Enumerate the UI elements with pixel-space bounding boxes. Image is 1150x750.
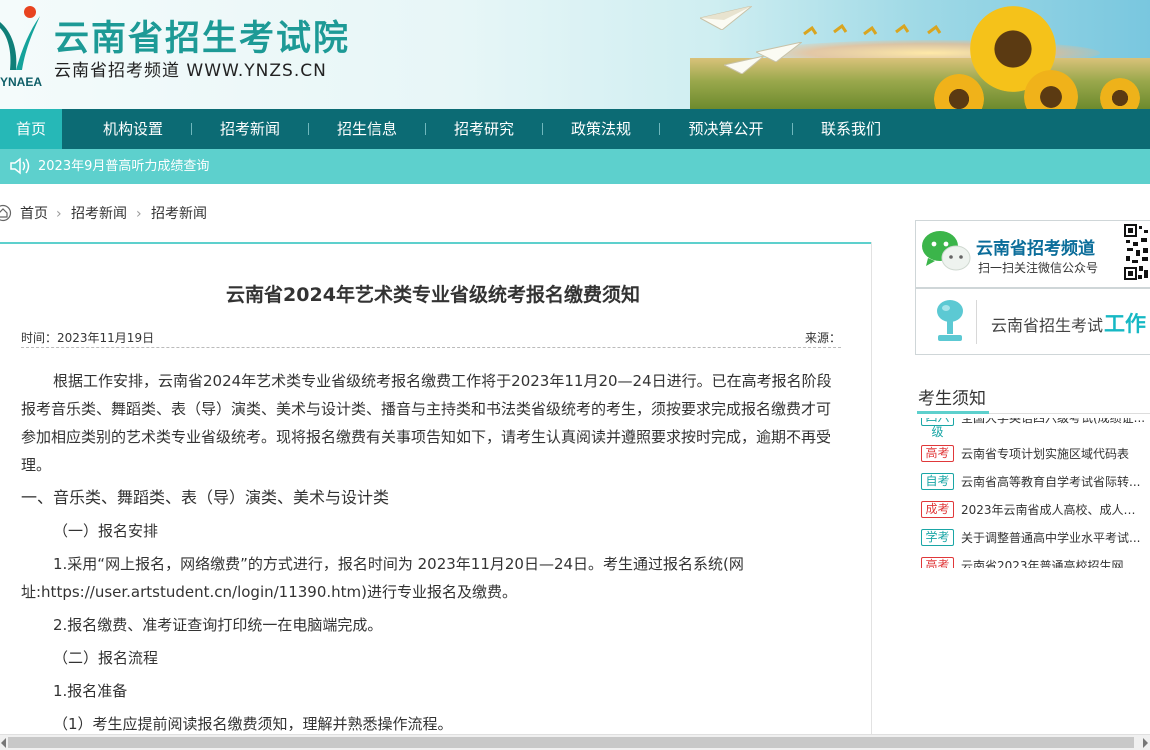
list-item[interactable]: 高考 云南省专项计划实施区域代码表 [917,444,1150,464]
subsection-heading: （二）报名流程 [53,649,159,667]
list-item[interactable]: 成考 2023年云南省成人高校、成人中... [917,500,1150,520]
breadcrumb-current[interactable]: 招考新闻 [151,204,207,224]
news-link[interactable]: 云南省2023年普通高校招生网上... [961,556,1146,568]
svg-text:YNAEA: YNAEA [0,75,42,89]
category-tag: 学考 [921,529,954,546]
article-meta-divider [21,347,841,348]
nav-item-home[interactable]: 首页 [0,109,62,149]
news-list: 四六级 全国大学英语四六级考试(成绩证... 高考 云南省专项计划实施区域代码表… [917,418,1150,568]
article-title: 云南省2024年艺术类专业省级统考报名缴费须知 [226,284,640,306]
nav-divider [792,123,793,135]
nav-item-contact[interactable]: 联系我们 [808,109,894,149]
category-tag: 高考 [921,445,954,462]
nav-item-admission-info[interactable]: 招生信息 [324,109,410,149]
article-time: 时间：2023年11月19日 [21,331,155,345]
scroll-left-icon[interactable] [1,738,6,748]
nav-item-organization[interactable]: 机构设置 [90,109,176,149]
site-subtitle: 云南省招考频道 WWW.YNZS.CN [54,61,327,81]
breadcrumb-chevron-icon: › [56,206,62,222]
list-item[interactable]: 四六级 全国大学英语四六级考试(成绩证... [917,418,1150,439]
breadcrumb-exam-news[interactable]: 招考新闻 [71,204,127,224]
scroll-right-icon[interactable] [1143,738,1148,748]
box-divider [976,300,977,344]
site-header: YNAEA 云南省招生考试院 云南省招考频道 WWW.YNZS.CN [0,0,1150,109]
news-link[interactable]: 全国大学英语四六级考试(成绩证... [961,418,1146,428]
nav-divider [659,123,660,135]
list-item[interactable]: 自考 云南省高等教育自学考试省际转... [917,472,1150,492]
site-title: 云南省招生考试院 [54,19,351,59]
list-item[interactable]: 高考 云南省2023年普通高校招生网上... [917,556,1150,568]
horizontal-scrollbar[interactable] [0,734,1150,750]
notice-bar: 2023年9月普高听力成绩查询 [0,149,1150,184]
nav-item-budget[interactable]: 预决算公开 [675,109,777,149]
ynaea-logo[interactable]: YNAEA [0,2,46,90]
exam-work-label: 云南省招生考试 [991,316,1104,335]
page: YNAEA 云南省招生考试院 云南省招考频道 WWW.YNZS.CN 首页 机构… [0,0,1150,750]
qr-code [1124,224,1150,282]
article-paragraph: 1.采用“网上报名，网络缴费”的方式进行，报名时间为 2023年11月20日—2… [53,555,744,573]
wechat-title: 云南省招考频道 [976,239,1095,259]
news-heading-underline [917,411,989,414]
nav-item-exam-news[interactable]: 招考新闻 [207,109,293,149]
nav-divider [425,123,426,135]
article-paragraph: 址:https://user.artstudent.cn/login/11390… [21,583,518,601]
paper-plane-icon [724,56,764,74]
wechat-subtitle: 扫一扫关注微信公众号 [978,261,1099,275]
category-tag: 自考 [921,473,954,490]
news-link[interactable]: 2023年云南省成人高校、成人中... [961,500,1146,520]
breadcrumb-chevron-icon: › [136,206,142,222]
list-item[interactable]: 学考 关于调整普通高中学业水平考试... [917,528,1150,548]
category-tag: 高考 [921,557,954,568]
nav-divider [542,123,543,135]
article-right-border [871,242,872,750]
breadcrumb-home[interactable]: 首页 [20,204,48,224]
category-tag: 四六级 [921,418,954,439]
exam-work-label-highlight: 工作 [1104,312,1146,336]
article-source: 来源： [805,331,842,345]
scrollbar-thumb[interactable] [8,737,1134,748]
news-heading: 考生须知 [918,389,986,409]
article-paragraph: （1）考生应提前阅读报名缴费须知，理解并熟悉操作流程。 [53,715,453,733]
paper-plane-icon [700,6,752,30]
main-nav: 首页 机构设置 招考新闻 招生信息 招考研究 政策法规 预决算公开 联系我们 [0,109,1150,149]
flying-birds-decoration [803,24,942,36]
article-paragraph: 1.报名准备 [53,682,128,700]
subsection-heading: （一）报名安排 [53,522,159,540]
notice-link[interactable]: 2023年9月普高听力成绩查询 [38,149,209,185]
article-paragraph: 2.报名缴费、准考证查询打印统一在电脑端完成。 [53,616,383,634]
wechat-icon [922,231,971,271]
article-intro: 根据工作安排，云南省2024年艺术类专业省级统考报名缴费工作将于2023年11月… [21,372,832,474]
lamp-icon [937,300,963,341]
nav-item-policy[interactable]: 政策法规 [558,109,644,149]
home-icon [0,204,12,222]
nav-divider [308,123,309,135]
category-tag: 成考 [921,501,954,518]
news-link[interactable]: 关于调整普通高中学业水平考试... [961,528,1146,548]
section-heading: 一、音乐类、舞蹈类、表（导）演类、美术与设计类 [21,488,390,507]
nav-item-exam-research[interactable]: 招考研究 [441,109,527,149]
news-link[interactable]: 云南省高等教育自学考试省际转... [961,472,1146,492]
news-link[interactable]: 云南省专项计划实施区域代码表 [961,444,1146,464]
nav-divider [191,123,192,135]
article-top-border [0,242,872,244]
speaker-icon [10,157,30,175]
